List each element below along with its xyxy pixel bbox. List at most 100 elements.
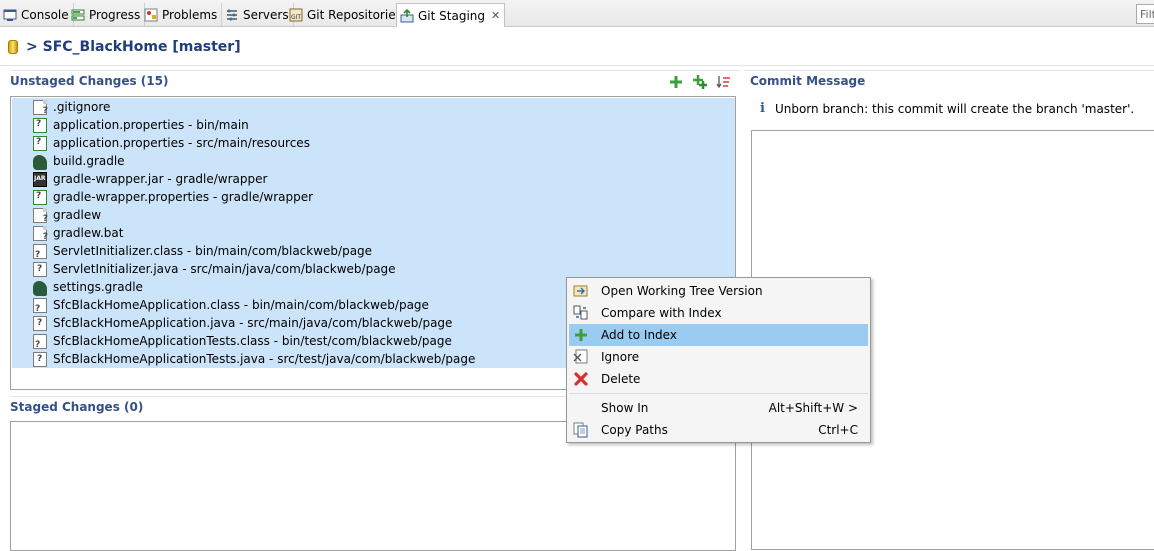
tab-console[interactable]: Console	[0, 3, 74, 26]
context-menu: Open Working Tree Version Compare with I…	[566, 277, 871, 443]
tab-label: Git Staging	[418, 8, 486, 23]
menu-item-shortcut: Alt+Shift+W >	[768, 401, 858, 415]
menu-item-delete[interactable]: Delete	[569, 368, 868, 390]
list-item[interactable]: settings.gradle	[33, 278, 143, 296]
tab-label: Console	[21, 7, 69, 22]
list-item[interactable]: gradlew	[33, 206, 101, 224]
file-label: gradlew.bat	[53, 226, 124, 240]
menu-item-label: Add to Index	[601, 328, 677, 342]
tab-problems[interactable]: Problems	[141, 3, 223, 26]
tab-servers[interactable]: Servers	[222, 3, 294, 26]
console-icon	[3, 8, 17, 22]
jar-file-icon	[33, 171, 47, 187]
menu-item-label: Delete	[601, 372, 641, 386]
problems-icon	[144, 8, 158, 22]
file-label: gradle-wrapper.properties - gradle/wrapp…	[53, 190, 314, 204]
unstaged-changes-title: Unstaged Changes (15)	[10, 74, 169, 88]
progress-icon	[71, 8, 85, 22]
tab-git-repositories[interactable]: GIT Git Repositories	[286, 3, 407, 26]
java-file-icon	[33, 261, 48, 278]
gradle-icon	[33, 281, 47, 296]
file-label: .gitignore	[53, 100, 111, 114]
repository-title: > SFC_BlackHome [master]	[26, 38, 241, 55]
tab-progress[interactable]: Progress	[68, 3, 146, 26]
ignore-icon	[573, 349, 589, 365]
menu-item-ignore[interactable]: Ignore	[569, 346, 868, 368]
file-label: SfcBlackHomeApplicationTests.class - bin…	[53, 334, 452, 348]
list-item[interactable]: ServletInitializer.class - bin/main/com/…	[33, 242, 372, 260]
list-item[interactable]: ServletInitializer.java - src/main/java/…	[33, 260, 396, 278]
menu-item-copy-paths[interactable]: Copy Paths Ctrl+C	[569, 419, 868, 441]
file-label: application.properties - bin/main	[53, 118, 249, 132]
open-working-tree-icon	[573, 283, 589, 299]
list-item[interactable]: .gitignore	[33, 98, 110, 116]
tab-label: Git Repositories	[307, 7, 402, 22]
java-file-icon	[33, 315, 48, 332]
sort-icon[interactable]	[715, 74, 731, 90]
properties-file-icon	[33, 117, 48, 134]
commit-info: i Unborn branch: this commit will create…	[760, 101, 1134, 116]
staged-changes-title: Staged Changes (0)	[10, 400, 144, 414]
list-item[interactable]: gradle-wrapper.jar - gradle/wrapper	[33, 170, 267, 188]
file-label: gradle-wrapper.jar - gradle/wrapper	[53, 172, 268, 186]
gradle-icon	[33, 155, 47, 170]
class-file-icon	[33, 243, 48, 260]
filter-input[interactable]: Filt	[1136, 4, 1154, 24]
list-item[interactable]: build.gradle	[33, 152, 125, 170]
list-item[interactable]: SfcBlackHomeApplicationTests.class - bin…	[33, 332, 452, 350]
git-staging-icon	[400, 8, 414, 23]
menu-item-shortcut: Ctrl+C	[818, 423, 858, 437]
svg-text:GIT: GIT	[291, 14, 301, 21]
batch-file-icon	[33, 225, 48, 242]
menu-item-label: Copy Paths	[601, 423, 668, 437]
file-label: build.gradle	[53, 154, 125, 168]
menu-item-show-in[interactable]: Show In Alt+Shift+W >	[569, 397, 868, 419]
menu-separator	[569, 393, 868, 394]
text-file-icon	[33, 99, 48, 116]
commit-info-text: Unborn branch: this commit will create t…	[774, 101, 1135, 116]
java-file-icon	[33, 351, 48, 368]
commit-message-title: Commit Message	[750, 74, 866, 88]
file-label: ServletInitializer.java - src/main/java/…	[53, 262, 396, 276]
file-label: gradlew	[53, 208, 102, 222]
class-file-icon	[33, 297, 48, 314]
add-all-to-index-icon[interactable]	[692, 74, 708, 90]
menu-item-open-working-tree-version[interactable]: Open Working Tree Version	[569, 280, 868, 302]
file-label: application.properties - src/main/resour…	[53, 136, 310, 150]
menu-item-add-to-index[interactable]: Add to Index	[569, 324, 868, 346]
list-item[interactable]: gradle-wrapper.properties - gradle/wrapp…	[33, 188, 313, 206]
properties-file-icon	[33, 135, 48, 152]
section-divider	[744, 70, 1154, 71]
menu-item-label: Show In	[601, 401, 649, 415]
copy-paths-icon	[573, 422, 589, 438]
list-item[interactable]: application.properties - src/main/resour…	[33, 134, 310, 152]
list-item[interactable]: SfcBlackHomeApplication.class - bin/main…	[33, 296, 429, 314]
tab-git-staging[interactable]: Git Staging ✕	[396, 3, 506, 27]
properties-file-icon	[33, 189, 48, 206]
text-file-icon	[33, 207, 48, 224]
file-label: SfcBlackHomeApplication.class - bin/main…	[53, 298, 429, 312]
view-tab-bar: Console Progress Problems Servers GIT Gi…	[0, 0, 1154, 27]
list-item[interactable]: gradlew.bat	[33, 224, 123, 242]
compare-icon	[573, 305, 589, 321]
close-icon[interactable]: ✕	[491, 9, 500, 22]
file-label: settings.gradle	[53, 280, 143, 294]
git-repositories-icon: GIT	[289, 8, 303, 22]
menu-item-compare-with-index[interactable]: Compare with Index	[569, 302, 868, 324]
section-divider	[10, 70, 740, 71]
servers-icon	[225, 8, 239, 22]
list-item[interactable]: SfcBlackHomeApplicationTests.java - src/…	[33, 350, 475, 368]
delete-icon	[573, 371, 589, 387]
add-to-index-icon[interactable]	[668, 74, 684, 90]
repository-icon	[8, 39, 18, 54]
tab-label: Progress	[89, 7, 141, 22]
menu-item-label: Compare with Index	[601, 306, 722, 320]
tab-label: Problems	[162, 7, 218, 22]
menu-item-label: Ignore	[601, 350, 640, 364]
list-item[interactable]: SfcBlackHomeApplication.java - src/main/…	[33, 314, 452, 332]
info-icon: i	[760, 101, 765, 116]
list-item[interactable]: application.properties - bin/main	[33, 116, 249, 134]
tab-label: Servers	[243, 7, 289, 22]
file-label: ServletInitializer.class - bin/main/com/…	[53, 244, 373, 258]
file-label: SfcBlackHomeApplicationTests.java - src/…	[53, 352, 476, 366]
